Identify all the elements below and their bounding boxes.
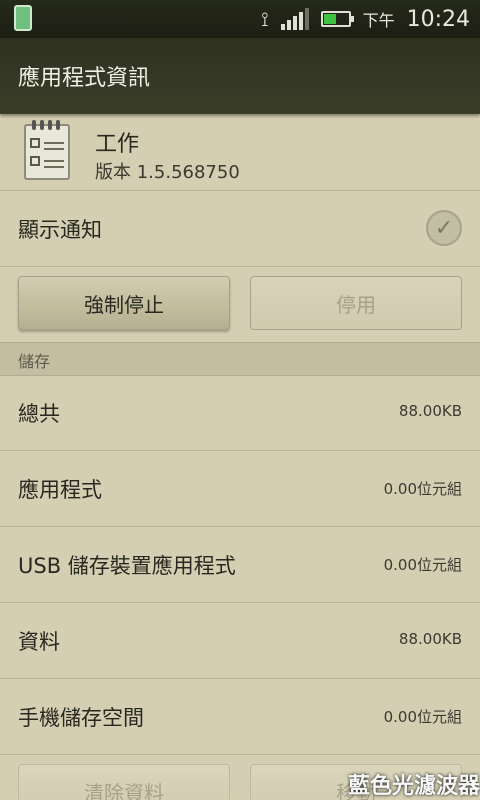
show-notifications-row[interactable]: 顯示通知 ✓ bbox=[0, 190, 480, 267]
row-label: 資料 bbox=[18, 630, 60, 654]
storage-section-header: 儲存 bbox=[0, 342, 480, 376]
status-bar: ⟟ 下午 10:24 bbox=[0, 0, 480, 38]
row-label: 總共 bbox=[18, 402, 60, 426]
row-value: 88.00KB bbox=[398, 630, 462, 648]
row-value: 0.00位元組 bbox=[383, 708, 462, 726]
storage-row-phone: 手機儲存空間 0.00位元組 bbox=[0, 678, 480, 755]
watermark-text: 藍色光濾波器 bbox=[347, 774, 480, 799]
app-version: 版本 1.5.568750 bbox=[95, 162, 240, 183]
row-label: 應用程式 bbox=[18, 478, 102, 502]
signal-icon bbox=[280, 8, 309, 30]
show-notifications-label: 顯示通知 bbox=[18, 218, 102, 242]
disable-button[interactable]: 停用 bbox=[250, 276, 462, 330]
row-label: USB 儲存裝置應用程式 bbox=[18, 554, 236, 578]
phone-icon bbox=[14, 5, 32, 31]
storage-row-usb-app: USB 儲存裝置應用程式 0.00位元組 bbox=[0, 526, 480, 603]
check-icon[interactable]: ✓ bbox=[426, 210, 462, 246]
storage-row-data: 資料 88.00KB bbox=[0, 602, 480, 679]
storage-row-app: 應用程式 0.00位元組 bbox=[0, 450, 480, 527]
action-buttons: 強制停止 停用 bbox=[0, 266, 480, 342]
page-title: 應用程式資訊 bbox=[18, 66, 151, 91]
row-value: 0.00位元組 bbox=[383, 480, 462, 498]
notepad-checklist-icon bbox=[24, 120, 70, 180]
app-header: 工作 版本 1.5.568750 bbox=[0, 114, 480, 191]
clear-data-button[interactable]: 清除資料 bbox=[18, 764, 230, 800]
force-stop-button[interactable]: 強制停止 bbox=[18, 276, 230, 330]
vibrate-icon: ⟟ bbox=[261, 7, 269, 31]
status-ampm: 下午 bbox=[362, 11, 395, 30]
app-name: 工作 bbox=[95, 132, 140, 157]
row-label: 手機儲存空間 bbox=[18, 706, 144, 730]
battery-icon bbox=[320, 11, 354, 27]
row-value: 0.00位元組 bbox=[383, 556, 462, 574]
row-value: 88.00KB bbox=[398, 402, 462, 420]
status-time: 10:24 bbox=[406, 6, 470, 32]
storage-header-label: 儲存 bbox=[18, 352, 51, 371]
storage-row-total: 總共 88.00KB bbox=[0, 374, 480, 451]
status-left bbox=[14, 5, 32, 31]
title-bar: 應用程式資訊 bbox=[0, 38, 480, 114]
status-right: ⟟ 下午 10:24 bbox=[261, 0, 470, 38]
